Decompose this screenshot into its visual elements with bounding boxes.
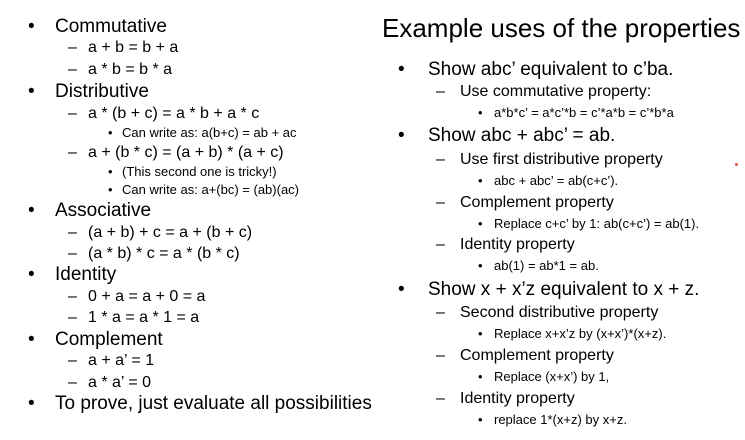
bullet-marker: • bbox=[28, 16, 35, 37]
dash-marker: – bbox=[68, 39, 77, 56]
example-level3-item: Replace c+c’ by 1: ab(c+c’) = ab(1). bbox=[494, 216, 700, 231]
example-level3-item: a*b*c’ = a*c’*b = c’*a*b = c’*b*a bbox=[494, 105, 674, 120]
dash-marker: – bbox=[436, 304, 445, 321]
property-level2-item: (a + b) + c = a + (b + c) bbox=[88, 224, 253, 241]
example-level2-item: Identity property bbox=[460, 236, 575, 253]
property-level2-item: 0 + a = a + 0 = a bbox=[88, 288, 206, 305]
dash-marker: – bbox=[436, 347, 445, 364]
example-level2-item: Second distributive property bbox=[460, 304, 659, 321]
dash-marker: – bbox=[68, 224, 77, 241]
bullet-marker: • bbox=[478, 258, 483, 273]
bullet-marker: • bbox=[478, 216, 483, 231]
dash-marker: – bbox=[68, 309, 77, 326]
property-level3-item: (This second one is tricky!) bbox=[122, 164, 277, 179]
bullet-marker: • bbox=[398, 125, 405, 146]
property-level3-item: Can write as: a(b+c) = ab + ac bbox=[122, 125, 297, 140]
dash-marker: – bbox=[436, 83, 445, 100]
example-level3-item: replace 1*(x+z) by x+z. bbox=[494, 412, 627, 427]
property-level2-item: a * b = b * a bbox=[88, 61, 173, 78]
dash-marker: – bbox=[436, 236, 445, 253]
dash-marker: – bbox=[68, 352, 77, 369]
property-level1-item: Complement bbox=[55, 329, 163, 350]
example-level2-item: Use first distributive property bbox=[460, 151, 663, 168]
dash-marker: – bbox=[68, 374, 77, 391]
bullet-marker: • bbox=[478, 105, 483, 120]
bullet-marker: • bbox=[398, 279, 405, 300]
property-level2-item: a + a’ = 1 bbox=[88, 352, 155, 369]
bullet-marker: • bbox=[28, 200, 35, 221]
property-level2-item: 1 * a = a * 1 = a bbox=[88, 309, 200, 326]
property-level1-item: To prove, just evaluate all possibilitie… bbox=[55, 393, 372, 414]
example-level2-item: Complement property bbox=[460, 347, 614, 364]
property-level1-item: Commutative bbox=[55, 16, 167, 37]
property-level1-item: Distributive bbox=[55, 81, 149, 102]
dash-marker: – bbox=[436, 151, 445, 168]
property-level1-item: Identity bbox=[55, 264, 117, 285]
bullet-marker: • bbox=[478, 326, 483, 341]
bullet-marker: • bbox=[28, 264, 35, 285]
example-level3-item: Replace (x+x’) by 1, bbox=[494, 369, 610, 384]
example-level3-item: ab(1) = ab*1 = ab. bbox=[494, 258, 599, 273]
property-level3-item: Can write as: a+(bc) = (ab)(ac) bbox=[122, 182, 300, 197]
example-level1-item: Show abc + abc’ = ab. bbox=[428, 125, 616, 146]
bullet-marker: • bbox=[28, 393, 35, 414]
example-level3-item: Replace x+x’z by (x+x’)*(x+z). bbox=[494, 326, 667, 341]
dash-marker: – bbox=[68, 105, 77, 122]
dash-marker: – bbox=[68, 288, 77, 305]
bullet-marker: • bbox=[28, 329, 35, 350]
bullet-marker: • bbox=[108, 164, 113, 179]
dash-marker: – bbox=[68, 61, 77, 78]
bullet-marker: • bbox=[108, 182, 113, 197]
dash-marker: – bbox=[436, 194, 445, 211]
bullet-marker: • bbox=[28, 81, 35, 102]
example-level3-item: abc + abc’ = ab(c+c’). bbox=[494, 173, 619, 188]
bullet-marker: • bbox=[398, 59, 405, 80]
property-level2-item: a * a’ = 0 bbox=[88, 374, 152, 391]
property-level2-item: a + b = b + a bbox=[88, 39, 179, 56]
dash-marker: – bbox=[68, 245, 77, 262]
property-level2-item: a + (b * c) = (a + b) * (a + c) bbox=[88, 144, 284, 161]
bullet-marker: • bbox=[478, 173, 483, 188]
example-level2-item: Complement property bbox=[460, 194, 614, 211]
example-level2-item: Identity property bbox=[460, 390, 575, 407]
dash-marker: – bbox=[436, 390, 445, 407]
property-level2-item: (a * b) * c = a * (b * c) bbox=[88, 245, 240, 262]
example-level2-item: Use commutative property: bbox=[460, 83, 652, 100]
examples-title: Example uses of the properties bbox=[382, 13, 741, 43]
example-level1-item: Show x + x’z equivalent to x + z. bbox=[428, 279, 700, 300]
dash-marker: – bbox=[68, 144, 77, 161]
property-level1-item: Associative bbox=[55, 200, 152, 221]
property-level2-item: a * (b + c) = a * b + a * c bbox=[88, 105, 260, 122]
bullet-marker: • bbox=[478, 369, 483, 384]
example-level1-item: Show abc’ equivalent to c’ba. bbox=[428, 59, 674, 80]
bullet-marker: • bbox=[108, 125, 113, 140]
bullet-marker: • bbox=[478, 412, 483, 427]
stray-dot-mark bbox=[735, 163, 738, 166]
